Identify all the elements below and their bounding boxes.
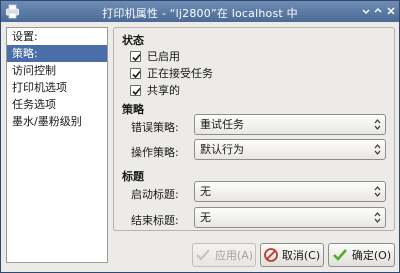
enabled-checkbox-row[interactable]: 已启用 xyxy=(130,48,180,64)
accepting-jobs-checkbox[interactable] xyxy=(130,67,141,79)
select-arrows-icon xyxy=(374,212,381,223)
sidebar-item-ink-toner-levels[interactable]: 墨水/墨粉级别 xyxy=(7,113,107,130)
cancel-button[interactable]: 取消(C) xyxy=(260,243,324,267)
settings-sidebar: 设置: 策略: 访问控制 打印机选项 任务选项 墨水/墨粉级别 xyxy=(6,27,108,263)
error-policy-value: 重试任务 xyxy=(200,118,244,131)
operation-policy-label: 操作策略: xyxy=(131,146,179,159)
shared-checkbox-row[interactable]: 共享的 xyxy=(130,82,180,98)
shared-checkbox[interactable] xyxy=(130,84,141,96)
apply-button[interactable]: 应用(A) xyxy=(192,243,256,267)
start-banner-value: 无 xyxy=(200,185,211,198)
apply-check-icon xyxy=(196,249,210,261)
close-icon[interactable] xyxy=(385,5,397,17)
select-arrows-icon xyxy=(374,186,381,197)
ok-check-icon xyxy=(332,249,347,261)
start-banner-select[interactable]: 无 xyxy=(194,181,386,202)
ok-label: 确定(O) xyxy=(351,249,392,262)
banner-section-title: 标题 xyxy=(122,170,144,183)
apply-label: 应用(A) xyxy=(214,249,254,262)
error-policy-select[interactable]: 重试任务 xyxy=(194,114,386,135)
sidebar-item-access-control[interactable]: 访问控制 xyxy=(7,62,107,79)
policies-panel: 状态 已启用 正在接受任务 共享的 策略 错误策略: 重试任务 操作策略: 默认… xyxy=(113,27,395,231)
policy-section-title: 策略 xyxy=(122,103,144,116)
sidebar-item-settings[interactable]: 设置: xyxy=(7,28,107,45)
ok-button[interactable]: 确定(O) xyxy=(328,243,395,267)
cancel-icon xyxy=(263,248,278,262)
cancel-label: 取消(C) xyxy=(281,249,321,262)
error-policy-label: 错误策略: xyxy=(131,121,179,134)
sidebar-item-printer-options[interactable]: 打印机选项 xyxy=(7,79,107,96)
accepting-jobs-checkbox-row[interactable]: 正在接受任务 xyxy=(130,65,213,81)
select-arrows-icon xyxy=(374,144,381,155)
printer-properties-window: 打印机属性 - “lj2800”在 localhost 中 设置: 策略: 访问… xyxy=(0,0,400,273)
sidebar-item-policies[interactable]: 策略: xyxy=(7,45,107,62)
accepting-jobs-label: 正在接受任务 xyxy=(147,67,213,80)
minimize-icon[interactable] xyxy=(360,5,372,17)
operation-policy-select[interactable]: 默认行为 xyxy=(194,139,386,160)
end-banner-select[interactable]: 无 xyxy=(194,207,386,228)
enabled-label: 已启用 xyxy=(147,50,180,63)
end-banner-value: 无 xyxy=(200,211,211,224)
maximize-icon[interactable] xyxy=(372,5,384,17)
shared-label: 共享的 xyxy=(147,84,180,97)
select-arrows-icon xyxy=(374,119,381,130)
enabled-checkbox[interactable] xyxy=(130,50,141,62)
window-title: 打印机属性 - “lj2800”在 localhost 中 xyxy=(102,7,298,20)
title-bar[interactable]: 打印机属性 - “lj2800”在 localhost 中 xyxy=(1,1,399,22)
start-banner-label: 启动标题: xyxy=(131,188,179,201)
sidebar-item-job-options[interactable]: 任务选项 xyxy=(7,96,107,113)
state-section-title: 状态 xyxy=(122,34,144,47)
end-banner-label: 结束标题: xyxy=(131,214,179,227)
operation-policy-value: 默认行为 xyxy=(200,143,244,156)
